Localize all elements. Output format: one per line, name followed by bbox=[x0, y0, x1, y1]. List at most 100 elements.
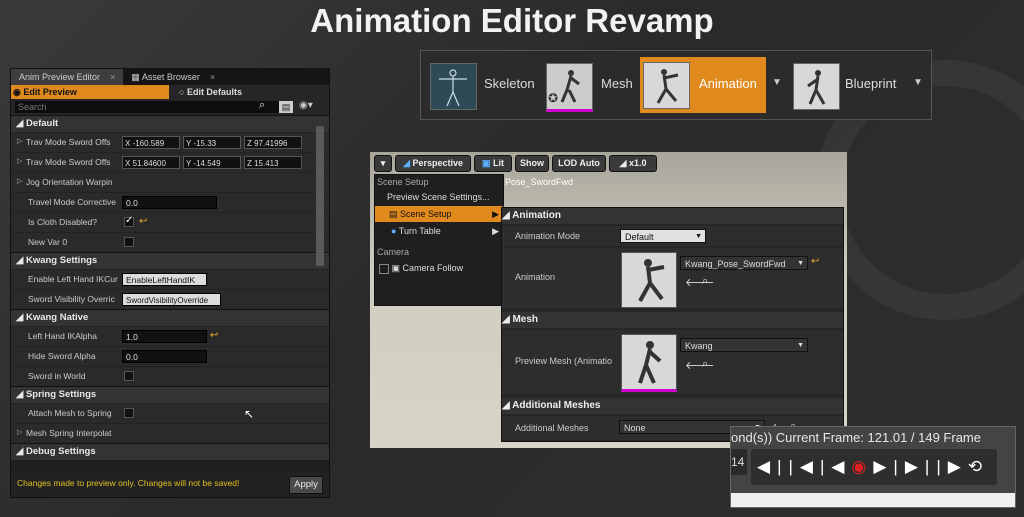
prop-row: Animation Mode Default ▼ bbox=[502, 226, 843, 246]
skeleton-label[interactable]: Skeleton bbox=[484, 76, 535, 91]
name-field[interactable]: SwordVisibilityOverride bbox=[122, 293, 221, 306]
timeline-strip[interactable] bbox=[731, 493, 1015, 507]
preview-mesh-thumbnail[interactable] bbox=[621, 334, 677, 392]
mesh-thumbnail[interactable]: ✪ bbox=[546, 63, 593, 112]
vector-y-field[interactable]: Y -14.549 bbox=[183, 156, 241, 169]
name-field[interactable]: EnableLeftHandIK bbox=[122, 273, 207, 286]
lit-button[interactable]: ▣ Lit bbox=[474, 155, 512, 172]
preview-scene-settings-item[interactable]: Preview Scene Settings... bbox=[375, 189, 503, 205]
show-button[interactable]: Show bbox=[515, 155, 549, 172]
search-icon[interactable]: ⌕ bbox=[259, 99, 265, 112]
reset-arrow-icon[interactable]: ↩ bbox=[210, 330, 218, 341]
close-icon[interactable]: × bbox=[210, 72, 215, 82]
anim-preview-editor-panel: Anim Preview Editor × ▦ Asset Browser × ◉ … bbox=[10, 68, 330, 498]
record-icon[interactable]: ◉ bbox=[851, 457, 873, 476]
edit-preview-button[interactable]: ◉ Edit Preview bbox=[11, 85, 169, 99]
button-label: x1.0 bbox=[628, 158, 647, 168]
animation-mode-dropdown[interactable]: Default ▼ bbox=[620, 229, 706, 243]
category-label: Mesh bbox=[512, 314, 539, 325]
scene-setup-item[interactable]: ▤ Scene Setup ▶ bbox=[375, 206, 503, 222]
vector-y-value: -15.33 bbox=[193, 139, 217, 148]
blueprint-label[interactable]: Blueprint bbox=[845, 76, 896, 91]
prop-row: ▷ Jog Orientation Warpin bbox=[11, 172, 329, 192]
sword-in-world-checkbox[interactable] bbox=[124, 371, 134, 381]
number-field[interactable]: 1.0 bbox=[122, 330, 207, 343]
category-default[interactable]: ◢ Default bbox=[11, 115, 329, 132]
animation-asset-dropdown[interactable]: Kwang_Pose_SwordFwd ▼ bbox=[680, 256, 808, 270]
category-animation[interactable]: ◢ Animation bbox=[502, 208, 843, 224]
prop-label: Left Hand IKAlpha bbox=[28, 331, 97, 341]
step-back-icon[interactable]: ◀| bbox=[800, 457, 832, 476]
expand-arrow-icon[interactable]: ▷ bbox=[17, 157, 22, 165]
cloth-disabled-checkbox[interactable] bbox=[124, 215, 134, 227]
category-debug-settings[interactable]: ◢ Debug Settings bbox=[11, 443, 329, 460]
blueprint-thumbnail[interactable] bbox=[793, 63, 840, 110]
category-mesh[interactable]: ◢ Mesh bbox=[502, 312, 843, 328]
vector-z-field[interactable]: Z 97.41996 bbox=[244, 136, 302, 149]
preview-viewport[interactable]: ▾ ◢ Perspective ▣ Lit Show LOD Auto ◢ x1… bbox=[370, 152, 847, 448]
vector-x-value: 51.84600 bbox=[132, 159, 166, 168]
menu-item-label: Turn Table bbox=[398, 226, 441, 236]
prop-label: Is Cloth Disabled? bbox=[28, 217, 97, 227]
category-kwang-native[interactable]: ◢ Kwang Native bbox=[11, 309, 329, 326]
tab-anim-preview-editor[interactable]: Anim Preview Editor × bbox=[11, 69, 124, 85]
tab-asset-browser[interactable]: ▦ Asset Browser × bbox=[123, 69, 223, 85]
scrollbar[interactable] bbox=[316, 126, 324, 266]
preview-mesh-dropdown[interactable]: Kwang ▼ bbox=[680, 338, 808, 352]
number-field[interactable]: 0.0 bbox=[122, 350, 207, 363]
play-speed-button[interactable]: ◢ x1.0 bbox=[609, 155, 657, 172]
reset-arrow-icon[interactable]: ↩ bbox=[811, 256, 819, 267]
camera-follow-checkbox[interactable] bbox=[379, 263, 389, 274]
animation-mode-selected[interactable]: Animation bbox=[640, 57, 766, 113]
eye-icon[interactable]: ◉▾ bbox=[299, 100, 313, 111]
close-icon[interactable]: × bbox=[110, 72, 115, 82]
browse-search-icon[interactable]: ⌕ bbox=[702, 275, 708, 288]
play-reverse-icon[interactable]: ◀ bbox=[831, 457, 851, 476]
animation-asset-thumbnail[interactable] bbox=[621, 252, 677, 308]
attach-mesh-checkbox[interactable] bbox=[124, 408, 134, 418]
viewport-dropdown-menu: Scene Setup Preview Scene Settings... ▤ … bbox=[374, 174, 504, 306]
camera-follow-item[interactable]: ▣ Camera Follow bbox=[375, 260, 503, 276]
expand-arrow-icon[interactable]: ▷ bbox=[17, 137, 22, 145]
chevron-down-icon[interactable]: ▼ bbox=[913, 77, 923, 88]
number-field[interactable]: 0.0 bbox=[122, 196, 217, 209]
expand-arrow-icon[interactable]: ▷ bbox=[17, 177, 22, 185]
view-options-icon[interactable]: ▤ bbox=[279, 101, 293, 113]
use-selected-arrow-icon[interactable]: 🡐 bbox=[685, 358, 715, 372]
asset-mode-bar: Skeleton ✪ Mesh Animation ▼ Blueprint ▼ bbox=[420, 50, 932, 120]
browse-search-icon[interactable]: ⌕ bbox=[702, 358, 708, 371]
category-kwang-settings[interactable]: ◢ Kwang Settings bbox=[11, 252, 329, 269]
search-input[interactable]: Search bbox=[15, 101, 281, 113]
vector-y-field[interactable]: Y -15.33 bbox=[183, 136, 241, 149]
skeleton-thumbnail[interactable] bbox=[430, 63, 477, 110]
loop-icon[interactable]: ⟲ bbox=[968, 457, 989, 476]
prop-label: Attach Mesh to Spring bbox=[28, 408, 112, 418]
vector-z-field[interactable]: Z 15.413 bbox=[244, 156, 302, 169]
viewport-menu-button[interactable]: ▾ bbox=[374, 155, 392, 172]
skip-to-end-icon[interactable]: ||▶ bbox=[925, 457, 968, 476]
category-additional-meshes[interactable]: ◢ Additional Meshes bbox=[502, 398, 843, 414]
perspective-button[interactable]: ◢ Perspective bbox=[395, 155, 471, 172]
vector-x-field[interactable]: X -160.589 bbox=[122, 136, 180, 149]
expand-arrow-icon[interactable]: ▷ bbox=[17, 428, 22, 436]
chevron-down-icon[interactable]: ▼ bbox=[772, 77, 782, 88]
use-selected-arrow-icon[interactable]: 🡐 bbox=[685, 275, 715, 289]
character-figure-icon bbox=[638, 259, 665, 302]
edit-defaults-button[interactable]: ○ Edit Defaults bbox=[179, 85, 329, 99]
category-spring-settings[interactable]: ◢ Spring Settings bbox=[11, 386, 329, 403]
submenu-arrow-icon: ▶ bbox=[492, 226, 499, 236]
prop-row: Sword Visibility Overric SwordVisibility… bbox=[11, 289, 329, 309]
lod-button[interactable]: LOD Auto bbox=[552, 155, 606, 172]
vector-x-field[interactable]: X 51.84600 bbox=[122, 156, 180, 169]
apply-button[interactable]: Apply bbox=[289, 476, 323, 494]
step-forward-icon[interactable]: |▶ bbox=[893, 457, 925, 476]
new-var-checkbox[interactable] bbox=[124, 237, 134, 247]
skip-to-start-icon[interactable]: ◀|| bbox=[757, 457, 800, 476]
radio-icon: ○ bbox=[179, 87, 187, 97]
turn-table-item[interactable]: ● Turn Table ▶ bbox=[375, 223, 503, 239]
play-icon[interactable]: ▶ bbox=[873, 457, 893, 476]
frame-count-fragment: 14 bbox=[731, 449, 747, 475]
mesh-label[interactable]: Mesh bbox=[601, 76, 633, 91]
reset-arrow-icon[interactable]: ↩ bbox=[139, 216, 147, 227]
mode-label: Edit Preview bbox=[23, 87, 77, 97]
